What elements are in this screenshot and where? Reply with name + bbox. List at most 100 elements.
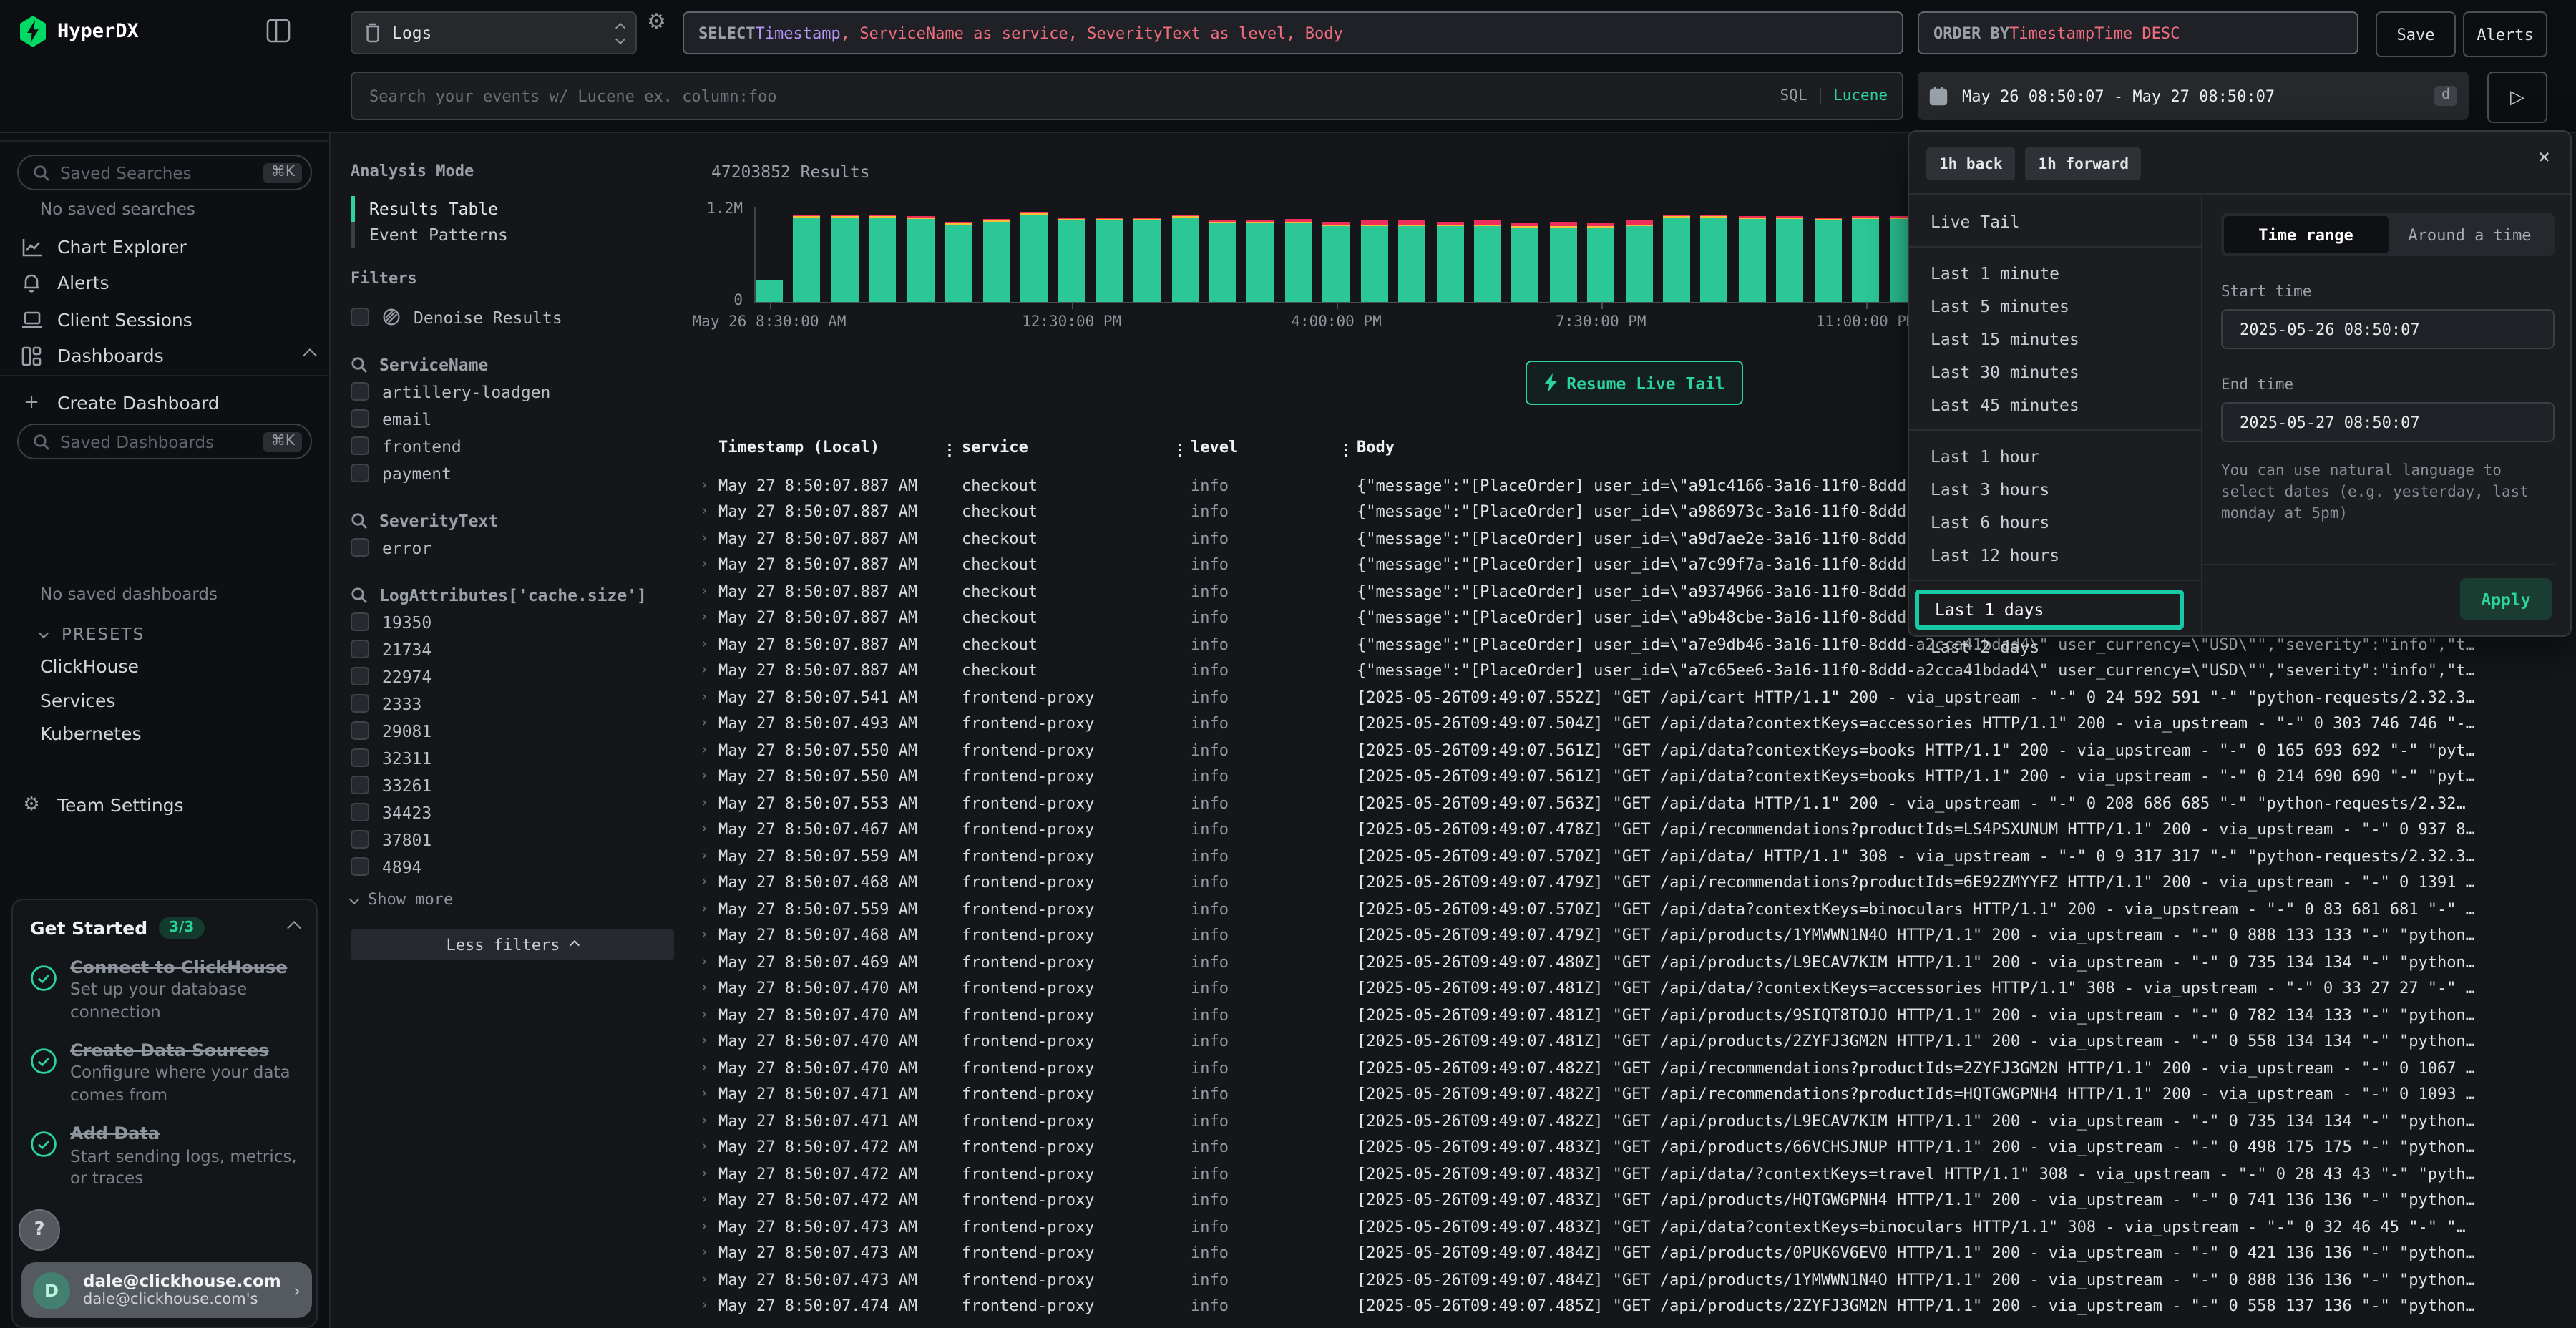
filter-value-row[interactable]: 21734 [351,635,674,663]
lang-sql-option[interactable]: SQL [1780,87,1807,104]
filter-value-row[interactable]: frontend [351,432,674,459]
row-expand-icon[interactable]: › [694,796,718,811]
help-button[interactable]: ? [19,1209,60,1251]
saved-dashboards-input[interactable]: Saved Dashboards ⌘K [17,424,312,459]
table-row[interactable]: ›May 27 8:50:07.887 AMcheckoutinfo{"mess… [694,658,2576,684]
table-row[interactable]: ›May 27 8:50:07.468 AMfrontend-proxyinfo… [694,922,2576,949]
row-expand-icon[interactable]: › [694,1113,718,1129]
create-dashboard-button[interactable]: + Create Dashboard [20,391,315,415]
filter-value-row[interactable]: 33261 [351,771,674,799]
row-expand-icon[interactable]: › [694,584,718,600]
histogram-bar[interactable] [1852,217,1879,302]
get-started-step[interactable]: Connect to ClickHouseSet up your databas… [30,956,299,1023]
row-expand-icon[interactable]: › [694,478,718,494]
filter-value-row[interactable]: 2333 [351,690,674,717]
less-filters-button[interactable]: Less filters [351,929,674,960]
table-row[interactable]: ›May 27 8:50:07.550 AMfrontend-proxyinfo… [694,737,2576,763]
row-expand-icon[interactable]: › [694,981,718,997]
filter-checkbox[interactable] [351,436,369,455]
histogram-bar[interactable] [1739,215,1766,302]
filter-value-row[interactable]: 34423 [351,799,674,826]
presets-toggle[interactable]: PRESETS [40,621,315,645]
alerts-button[interactable]: Alerts [2463,11,2547,57]
histogram-bar[interactable] [1512,223,1539,302]
row-expand-icon[interactable]: › [694,928,718,944]
filter-checkbox[interactable] [351,667,369,685]
table-row[interactable]: ›May 27 8:50:07.470 AMfrontend-proxyinfo… [694,975,2576,1002]
shift-1h-back-button[interactable]: 1h back [1926,147,2016,180]
team-settings-item[interactable]: ⚙ Team Settings [20,793,315,817]
resume-live-tail-button[interactable]: Resume Live Tail [1526,361,1743,405]
quick-range-last-12-hours[interactable]: Last 12 hours [1909,538,2201,571]
row-expand-icon[interactable]: › [694,1219,718,1235]
table-row[interactable]: ›May 27 8:50:07.467 AMfrontend-proxyinfo… [694,816,2576,843]
search-icon[interactable] [351,512,368,529]
row-expand-icon[interactable]: › [694,531,718,547]
get-started-step[interactable]: Add DataStart sending logs, metrics, or … [30,1123,299,1190]
apply-button[interactable]: Apply [2460,578,2552,620]
histogram-bar[interactable] [1096,218,1123,302]
histogram-bar[interactable] [1625,220,1652,302]
filter-checkbox[interactable] [351,830,369,849]
table-row[interactable]: ›May 27 8:50:07.470 AMfrontend-proxyinfo… [694,1002,2576,1028]
histogram-bar[interactable] [1058,218,1085,302]
table-row[interactable]: ›May 27 8:50:07.550 AMfrontend-proxyinfo… [694,763,2576,790]
col-level[interactable]: level [1191,438,1238,456]
analysis-mode-event-patterns[interactable]: Event Patterns [351,222,674,248]
preset-services[interactable]: Services [40,690,115,711]
row-expand-icon[interactable]: › [694,902,718,917]
row-expand-icon[interactable]: › [694,663,718,679]
close-icon[interactable]: × [2538,146,2550,169]
col-timestamp[interactable]: Timestamp (Local) [718,438,879,456]
sql-orderby-editor[interactable]: ORDER BY TimestampTime DESC [1918,11,2358,54]
table-row[interactable]: ›May 27 8:50:07.474 AMfrontend-proxyinfo… [694,1293,2576,1319]
table-row[interactable]: ›May 27 8:50:07.470 AMfrontend-proxyinfo… [694,1055,2576,1081]
histogram-bar[interactable] [1171,215,1199,302]
row-expand-icon[interactable]: › [694,557,718,573]
filter-checkbox[interactable] [351,748,369,767]
run-query-button[interactable]: ▷ [2487,72,2547,123]
search-icon[interactable] [351,356,368,373]
filter-checkbox[interactable] [351,612,369,631]
histogram-bar[interactable] [1777,215,1804,302]
preset-kubernetes[interactable]: Kubernetes [40,723,142,744]
sidebar-item-dashboards[interactable]: Dashboards [20,343,315,368]
filter-checkbox[interactable] [351,803,369,821]
histogram-bar[interactable] [1550,223,1577,302]
col-service[interactable]: service [962,438,1028,456]
table-row[interactable]: ›May 27 8:50:07.472 AMfrontend-proxyinfo… [694,1134,2576,1161]
filter-checkbox[interactable] [351,464,369,482]
filter-value-row[interactable]: 37801 [351,826,674,853]
row-expand-icon[interactable]: › [694,1087,718,1103]
row-expand-icon[interactable]: › [694,610,718,626]
quick-range-last-1-days[interactable]: Last 1 days [1915,590,2184,630]
histogram-bar[interactable] [831,214,859,302]
column-resize-handle[interactable]: ⋮ [1172,441,1188,459]
filter-value-row[interactable]: 32311 [351,744,674,771]
filter-checkbox[interactable] [351,857,369,876]
histogram-bar[interactable] [1474,220,1501,302]
quick-range-last-5-minutes[interactable]: Last 5 minutes [1909,289,2201,322]
quick-range-last-1-hour[interactable]: Last 1 hour [1909,439,2201,472]
table-row[interactable]: ›May 27 8:50:07.472 AMfrontend-proxyinfo… [694,1187,2576,1214]
quick-range-last-3-hours[interactable]: Last 3 hours [1909,472,2201,505]
row-expand-icon[interactable]: › [694,1246,718,1261]
date-range-input[interactable] [1959,85,2423,107]
filter-value-row[interactable]: artillery-loadgen [351,378,674,405]
histogram-bar[interactable] [1020,211,1048,302]
table-row[interactable]: ›May 27 8:50:07.473 AMfrontend-proxyinfo… [694,1240,2576,1266]
analysis-mode-results-table[interactable]: Results Table [351,196,674,222]
quick-range-last-30-minutes[interactable]: Last 30 minutes [1909,355,2201,388]
row-expand-icon[interactable]: › [694,1007,718,1023]
row-expand-icon[interactable]: › [694,1193,718,1209]
get-started-step[interactable]: Create Data SourcesConfigure where your … [30,1039,299,1106]
chevron-up-icon[interactable] [287,921,301,935]
table-row[interactable]: ›May 27 8:50:07.559 AMfrontend-proxyinfo… [694,843,2576,869]
source-settings-gear-icon[interactable]: ⚙ [647,9,666,34]
filter-checkbox[interactable] [351,538,369,557]
row-expand-icon[interactable]: › [694,875,718,891]
histogram-bar[interactable] [945,222,972,302]
row-expand-icon[interactable]: › [694,822,718,838]
filter-value-row[interactable]: 22974 [351,663,674,690]
search-icon[interactable] [351,586,368,603]
